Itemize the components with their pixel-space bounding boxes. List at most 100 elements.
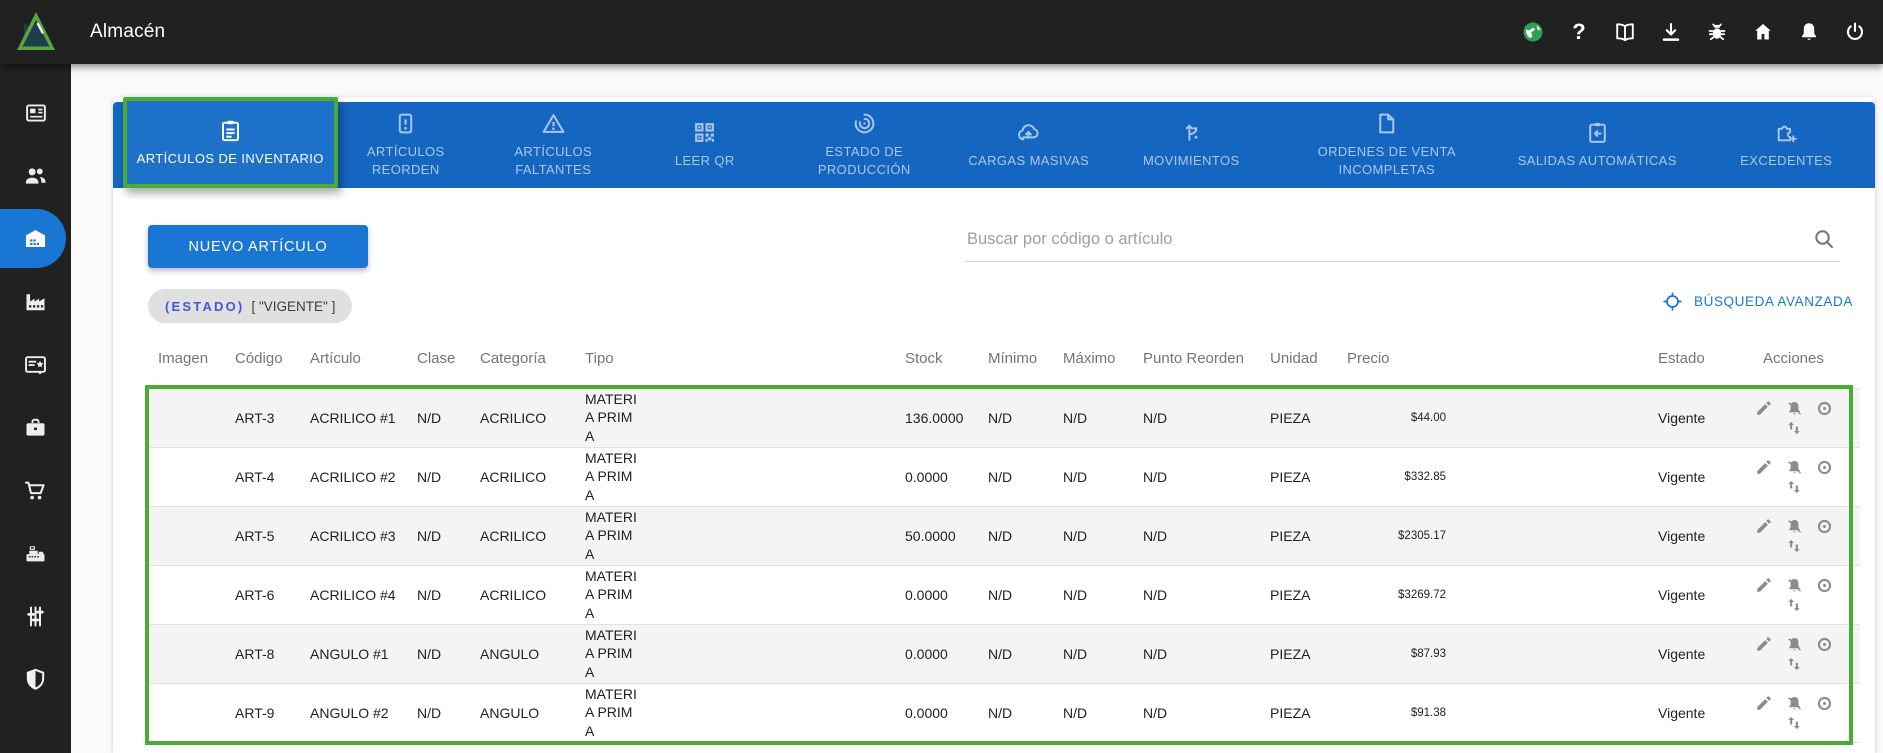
sidebar-item-membership-card[interactable] (0, 333, 71, 396)
tab-label: ESTADO DE PRODUCCIÓN (785, 143, 944, 178)
sidebar-item-users[interactable] (0, 144, 71, 207)
column-header-precio: Precio (1334, 330, 1460, 388)
edit-icon[interactable] (1755, 694, 1773, 712)
cell-codigo: ART-9 (222, 683, 297, 742)
home-icon[interactable] (1751, 20, 1775, 44)
table-row[interactable]: ART-4 ACRILICO #2 N/D ACRILICO MATERIA P… (145, 447, 1860, 506)
sidebar-item-shopping-cart[interactable] (0, 459, 71, 522)
filter-chip[interactable]: (ESTADO) [ "VIGENTE" ] (148, 289, 352, 323)
cell-acciones (1735, 683, 1860, 742)
tab-articulos-reorden[interactable]: ARTÍCULOS REORDEN (338, 102, 475, 188)
tab-movimientos[interactable]: MOVIMIENTOS (1106, 102, 1277, 188)
nuevo-articulo-button[interactable]: NUEVO ARTÍCULO (148, 225, 368, 268)
sidebar-item-warehouse[interactable] (0, 207, 71, 270)
tab-label: LEER QR (675, 152, 735, 170)
column-header-categoria: Categoría (467, 330, 572, 388)
notifications-off-icon[interactable] (1785, 517, 1804, 536)
cell-categoria: ACRILICO (467, 506, 572, 565)
view-icon[interactable] (1815, 576, 1834, 595)
column-header-codigo: Código (222, 330, 297, 388)
sidebar (0, 64, 71, 753)
search-input[interactable] (965, 216, 1840, 261)
sidebar-item-factory[interactable] (0, 270, 71, 333)
cell-stock: 0.0000 (892, 624, 975, 683)
cell-articulo: ACRILICO #4 (297, 565, 404, 624)
edit-icon[interactable] (1755, 517, 1773, 535)
globe-icon[interactable] (1521, 20, 1545, 44)
app-logo[interactable] (14, 9, 58, 55)
table-body: ART-3 ACRILICO #1 N/D ACRILICO MATERIA P… (145, 388, 1860, 742)
logo-triangle-icon (14, 9, 58, 55)
debug-bug-icon[interactable] (1705, 20, 1729, 44)
cell-acciones (1735, 506, 1860, 565)
edit-icon[interactable] (1755, 576, 1773, 594)
download-icon[interactable] (1659, 20, 1683, 44)
view-icon[interactable] (1815, 399, 1834, 418)
view-icon[interactable] (1815, 694, 1834, 713)
edit-icon[interactable] (1755, 399, 1773, 417)
cell-clase: N/D (404, 388, 467, 447)
notifications-off-icon[interactable] (1785, 576, 1804, 595)
transfer-icon[interactable] (1785, 419, 1803, 437)
view-icon[interactable] (1815, 517, 1834, 536)
tab-estado-de-produccion[interactable]: ESTADO DE PRODUCCIÓN (777, 102, 952, 188)
manual-book-icon[interactable] (1613, 20, 1637, 44)
tab-leer-qr[interactable]: LEER QR (633, 102, 778, 188)
help-icon[interactable]: ? (1567, 20, 1591, 44)
sidebar-item-news[interactable] (0, 81, 71, 144)
cell-acciones (1735, 447, 1860, 506)
notifications-bell-icon[interactable] (1797, 20, 1821, 44)
table-row[interactable]: ART-3 ACRILICO #1 N/D ACRILICO MATERIA P… (145, 388, 1860, 447)
view-icon[interactable] (1815, 635, 1834, 654)
tab-label: SALIDAS AUTOMÁTICAS (1518, 152, 1677, 170)
cell-categoria: ANGULO (467, 683, 572, 742)
cell-tipo: MATERIA PRIMA (572, 565, 892, 624)
notifications-off-icon[interactable] (1785, 458, 1804, 477)
notifications-off-icon[interactable] (1785, 694, 1804, 713)
cell-clase: N/D (404, 506, 467, 565)
cell-precio: $3269.72 (1334, 565, 1460, 624)
cell-minimo: N/D (975, 683, 1050, 742)
transfer-icon[interactable] (1785, 596, 1803, 614)
spiral-icon (852, 111, 877, 136)
column-header-acciones: Acciones (1735, 330, 1860, 388)
cell-precio: $332.85 (1334, 447, 1460, 506)
tab-articulos-faltantes[interactable]: ARTÍCULOS FALTANTES (474, 102, 633, 188)
cell-articulo: ACRILICO #2 (297, 447, 404, 506)
sidebar-item-shield[interactable] (0, 648, 71, 711)
users-icon (22, 162, 49, 189)
sidebar-item-cash-register[interactable] (0, 522, 71, 585)
search-icon[interactable] (1812, 227, 1836, 256)
cell-maximo: N/D (1050, 624, 1130, 683)
sidebar-item-briefcase[interactable] (0, 396, 71, 459)
notifications-off-icon[interactable] (1785, 399, 1804, 418)
sidebar-item-tune-sliders[interactable] (0, 585, 71, 648)
table-row[interactable]: ART-6 ACRILICO #4 N/D ACRILICO MATERIA P… (145, 565, 1860, 624)
column-header-minimo: Mínimo (975, 330, 1050, 388)
edit-icon[interactable] (1755, 458, 1773, 476)
power-icon[interactable] (1843, 20, 1867, 44)
table-row[interactable]: ART-9 ANGULO #2 N/D ANGULO MATERIA PRIMA… (145, 683, 1860, 742)
table-row[interactable]: ART-8 ANGULO #1 N/D ANGULO MATERIA PRIMA… (145, 624, 1860, 683)
view-icon[interactable] (1815, 458, 1834, 477)
tab-salidas-automaticas[interactable]: SALIDAS AUTOMÁTICAS (1497, 102, 1698, 188)
transfer-icon[interactable] (1785, 714, 1803, 732)
cell-imagen (145, 565, 222, 624)
tab-excedentes[interactable]: EXCEDENTES (1698, 102, 1876, 188)
puzzle-plus-icon (1774, 120, 1799, 145)
tab-cargas-masivas[interactable]: CARGAS MASIVAS (952, 102, 1107, 188)
transfer-icon[interactable] (1785, 537, 1803, 555)
tab-articulos-de-inventario[interactable]: ARTÍCULOS DE INVENTARIO (123, 97, 338, 188)
tab-bar: ARTÍCULOS DE INVENTARIO ARTÍCULOS REORDE… (113, 102, 1875, 188)
edit-icon[interactable] (1755, 635, 1773, 653)
table-row[interactable]: ART-5 ACRILICO #3 N/D ACRILICO MATERIA P… (145, 506, 1860, 565)
box-alert-icon (393, 111, 418, 136)
qr-code-icon (692, 120, 717, 145)
notifications-off-icon[interactable] (1785, 635, 1804, 654)
column-header-tipo: Tipo (572, 330, 892, 388)
tab-ordenes-de-venta-incompletas[interactable]: ORDENES DE VENTA INCOMPLETAS (1277, 102, 1498, 188)
advanced-search-link[interactable]: BÚSQUEDA AVANZADA (1662, 291, 1853, 312)
cell-categoria: ANGULO (467, 624, 572, 683)
transfer-icon[interactable] (1785, 478, 1803, 496)
transfer-icon[interactable] (1785, 655, 1803, 673)
